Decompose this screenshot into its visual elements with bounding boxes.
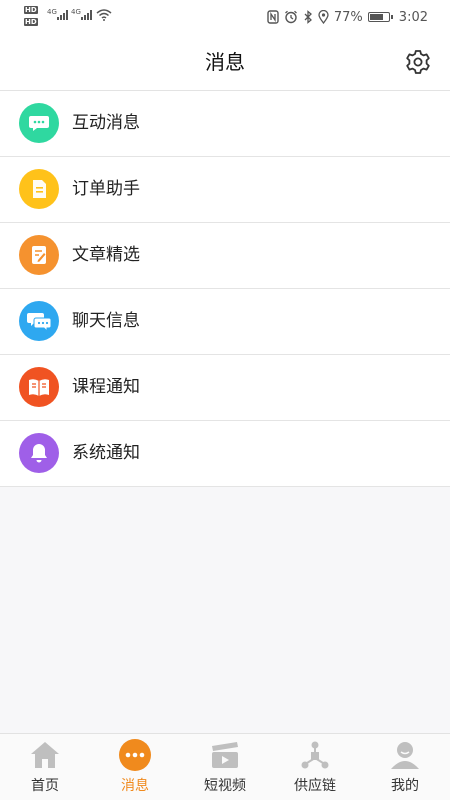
network-type: 4G [71,8,81,16]
signal-bars-icon [57,10,68,20]
tab-short-video[interactable]: 短视频 [180,734,270,800]
list-item-featured-articles[interactable]: 文章精选 [0,223,450,289]
settings-button[interactable] [404,48,432,76]
bottom-tab-bar: 首页 消息 短视频 供应链 我的 [0,733,450,800]
list-item-chat-info[interactable]: 聊天信息 [0,289,450,355]
location-icon [318,10,329,24]
article-edit-icon [19,235,59,275]
battery-icon [367,12,393,22]
nfc-icon [267,10,279,24]
battery-percent: 77% [333,9,363,25]
signal-bars-icon [81,10,92,20]
network-type: 4G [47,8,57,16]
item-label: 文章精选 [72,245,140,265]
open-book-icon [19,367,59,407]
document-icon [19,169,59,209]
tab-label: 首页 [31,778,59,794]
video-clapper-icon [208,738,242,772]
page-title: 消息 [205,50,245,74]
chat-bubble-icon [19,103,59,143]
system-indicators: 77% 3:02 [267,8,428,26]
tab-supply-chain[interactable]: 供应链 [270,734,360,800]
hd-badge: HD [24,18,38,26]
tab-label: 我的 [391,778,419,794]
bluetooth-icon [304,10,312,24]
header: 消息 [0,34,450,91]
supply-chain-icon [298,738,332,772]
list-item-order-assistant[interactable]: 订单助手 [0,157,450,223]
profile-icon [388,738,422,772]
bell-icon [19,433,59,473]
tab-label: 短视频 [204,778,246,794]
clock: 3:02 [398,9,428,25]
tab-label: 消息 [121,778,149,794]
status-bar: HD HD 4G 4G 77% 3:02 [0,0,450,34]
list-item-course-notice[interactable]: 课程通知 [0,355,450,421]
tab-profile[interactable]: 我的 [360,734,450,800]
message-dots-icon [118,738,152,772]
message-list: 互动消息 订单助手 文章精选 聊天信息 课程通知 系统通知 [0,91,450,487]
gear-icon [406,50,430,74]
tab-label: 供应链 [294,778,336,794]
chat-messages-icon [19,301,59,341]
alarm-icon [284,10,297,24]
list-item-system-notice[interactable]: 系统通知 [0,421,450,487]
tab-home[interactable]: 首页 [0,734,90,800]
item-label: 课程通知 [72,377,140,397]
tab-messages[interactable]: 消息 [90,734,180,800]
item-label: 系统通知 [72,443,140,463]
item-label: 订单助手 [72,179,140,199]
wifi-icon [96,9,112,21]
list-item-interactive-messages[interactable]: 互动消息 [0,91,450,157]
home-icon [28,738,62,772]
hd-badge: HD [24,6,38,14]
item-label: 聊天信息 [72,311,140,331]
item-label: 互动消息 [72,113,140,133]
